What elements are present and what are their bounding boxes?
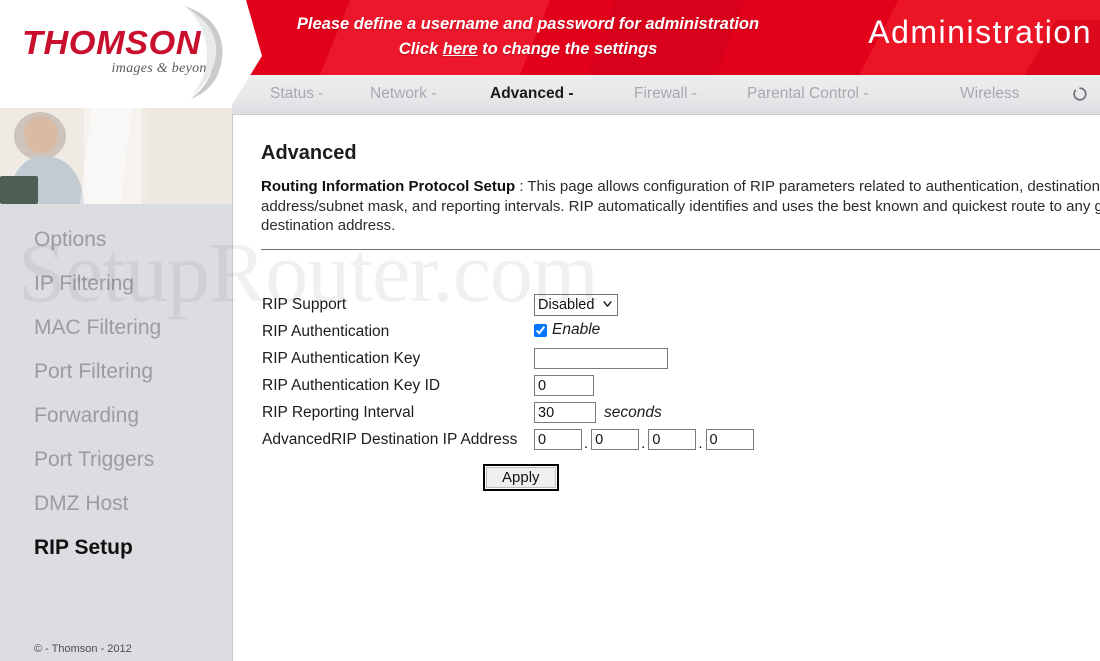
thomson-logo: THOMSON images & beyond [22, 26, 242, 77]
router-admin-page: Please define a username and password fo… [0, 0, 1100, 661]
form-row-rip-reporting-interval: RIP Reporting Interval seconds [262, 402, 1082, 429]
rip-dest-ip-octet-group: ... [534, 429, 754, 452]
rip-dest-ip-octet-4[interactable] [705, 429, 754, 450]
sidebar-item-rip-setup[interactable]: RIP Setup [0, 526, 232, 570]
rip-authentication-checkbox-label: Enable [552, 321, 601, 338]
control-rip-auth-key [534, 348, 668, 369]
admin-notice-line2-post: to change the settings [477, 40, 658, 58]
label-rip-auth-key: RIP Authentication Key [262, 350, 421, 367]
sidebar-item-port-triggers[interactable]: Port Triggers [0, 438, 232, 482]
nav-item-wireless[interactable]: Wireless [960, 85, 1019, 103]
nav-item-network[interactable]: Network - [370, 85, 436, 103]
form-row-rip-auth-key: RIP Authentication Key [262, 348, 1082, 375]
label-rip-support: RIP Support [262, 296, 347, 313]
sidebar-item-ip-filtering[interactable]: IP Filtering [0, 262, 232, 306]
intro-separator: : [515, 178, 528, 195]
main-content: Advanced Routing Information Protocol Se… [233, 115, 1100, 661]
sidebar-item-dmz-host[interactable]: DMZ Host [0, 482, 232, 526]
control-rip-dest-ip: ... [534, 429, 754, 452]
apply-button[interactable]: Apply [483, 464, 559, 491]
page-section-title: Administration [868, 14, 1092, 50]
intro-paragraph: Routing Information Protocol Setup : Thi… [261, 177, 1100, 236]
content-divider [261, 249, 1100, 250]
loading-spinner-icon[interactable] [1072, 86, 1088, 102]
rip-settings-form: RIP Support Disabled RIP Authentication [262, 294, 1082, 495]
nav-item-advanced[interactable]: Advanced - [490, 85, 574, 103]
sidebar: Options IP Filtering MAC Filtering Port Fil… [0, 108, 233, 661]
control-rip-reporting-interval: seconds [534, 402, 662, 423]
logo-tagline: images & beyond [111, 61, 214, 76]
rip-dest-ip-octet-2[interactable] [591, 429, 640, 450]
form-row-rip-auth-key-id: RIP Authentication Key ID [262, 375, 1082, 402]
sidebar-item-forwarding[interactable]: Forwarding [0, 394, 232, 438]
ip-separator-dot: . [698, 435, 703, 452]
rip-dest-ip-octet-1[interactable] [534, 429, 582, 450]
sidebar-item-mac-filtering[interactable]: MAC Filtering [0, 306, 232, 350]
nav-item-parental-control[interactable]: Parental Control - [747, 85, 868, 103]
ip-separator-dot: . [641, 435, 646, 452]
rip-authentication-checkbox[interactable] [534, 323, 547, 337]
admin-notice-line1: Please define a username and password fo… [296, 15, 760, 33]
label-rip-reporting-interval: RIP Reporting Interval [262, 404, 415, 421]
page-title: Advanced [261, 142, 357, 164]
main-navigation: Status - Network - Advanced - Firewall - Par… [232, 75, 1100, 115]
label-rip-dest-ip: AdvancedRIP Destination IP Address [262, 431, 518, 448]
logo-wordmark: THOMSON [22, 24, 202, 61]
control-rip-authentication: Enable [534, 321, 600, 339]
control-rip-auth-key-id [534, 375, 594, 396]
admin-notice-line2-pre: Click [398, 40, 443, 58]
rip-reporting-interval-input[interactable] [534, 402, 596, 423]
intro-heading: Routing Information Protocol Setup [261, 178, 516, 195]
rip-authentication-checkbox-row: Enable [534, 321, 600, 339]
admin-notice: Please define a username and password fo… [268, 12, 788, 62]
label-rip-authentication: RIP Authentication [262, 323, 390, 340]
rip-reporting-interval-unit: seconds [604, 403, 662, 421]
form-row-rip-dest-ip: AdvancedRIP Destination IP Address ... [262, 429, 1082, 456]
man-with-tablet-photo [0, 108, 232, 204]
form-row-apply: Apply [262, 461, 1082, 495]
form-row-rip-authentication: RIP Authentication Enable [262, 321, 1082, 348]
sidebar-menu: Options IP Filtering MAC Filtering Port Fil… [0, 218, 232, 570]
rip-auth-key-id-input[interactable] [534, 375, 594, 396]
label-rip-auth-key-id: RIP Authentication Key ID [262, 377, 441, 394]
ip-separator-dot: . [584, 435, 589, 452]
rip-auth-key-input[interactable] [534, 348, 668, 369]
nav-item-firewall[interactable]: Firewall - [634, 85, 697, 103]
change-settings-link[interactable]: here [443, 40, 478, 58]
rip-dest-ip-octet-3[interactable] [648, 429, 697, 450]
rip-support-select-wrap: Disabled [534, 294, 618, 316]
nav-item-status[interactable]: Status - [270, 85, 323, 103]
form-row-rip-support: RIP Support Disabled [262, 294, 1082, 321]
sidebar-copyright: © - Thomson - 2012 [34, 643, 132, 655]
sidebar-hero-photo [0, 108, 232, 204]
rip-support-select[interactable]: Disabled [534, 294, 618, 316]
nav-item-list: Status - Network - Advanced - Firewall - Par… [232, 75, 1100, 114]
admin-notice-line2: Click here to change the settings [268, 37, 788, 62]
sidebar-item-port-filtering[interactable]: Port Filtering [0, 350, 232, 394]
sidebar-item-options[interactable]: Options [0, 218, 232, 262]
control-rip-support: Disabled [534, 294, 618, 316]
